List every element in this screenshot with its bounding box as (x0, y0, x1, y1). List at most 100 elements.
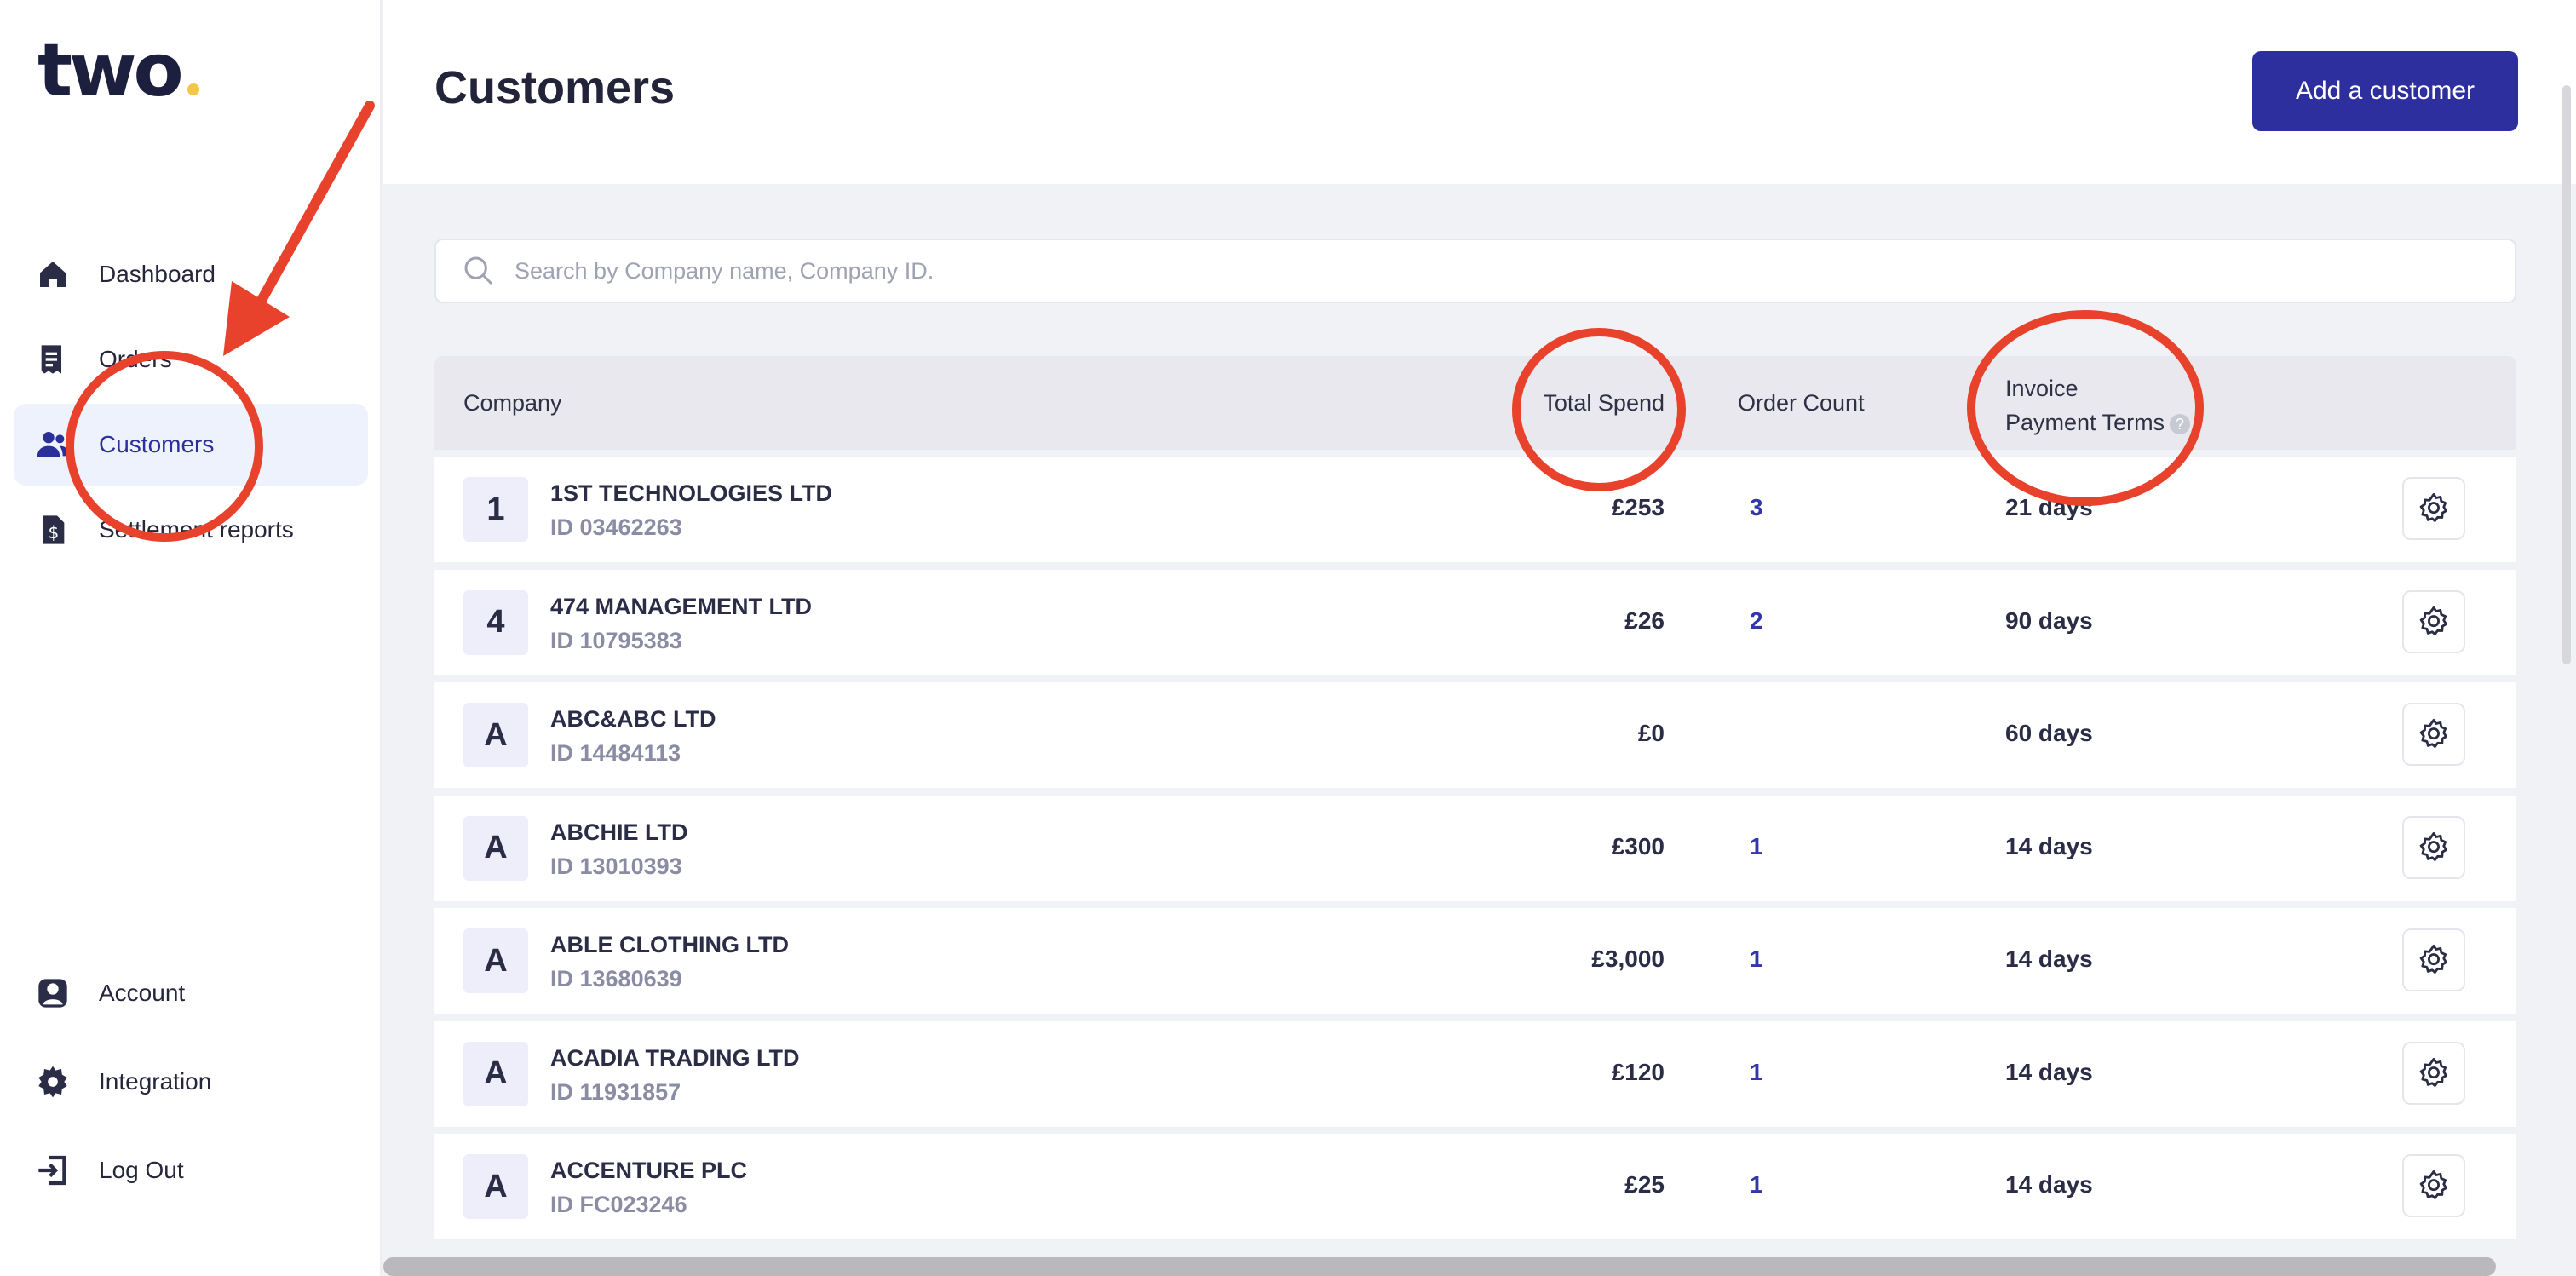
company-name[interactable]: ACCENTURE PLC (550, 1158, 747, 1184)
gear-icon (2416, 491, 2452, 526)
order-count-link[interactable]: 1 (1750, 833, 1763, 860)
column-header-order-count[interactable]: Order Count (1738, 390, 1865, 417)
sidebar-item-integration[interactable]: Integration (14, 1041, 368, 1123)
table-row[interactable]: 1 1ST TECHNOLOGIES LTD ID 03462263 £253 3 21 … (434, 457, 2516, 562)
payment-terms: 21 days (2005, 494, 2093, 520)
sidebar-item-settlement-reports[interactable]: $ Settlement reports (14, 489, 368, 571)
sidebar-item-label: Dashboard (99, 261, 216, 287)
company-id: ID 14484113 (550, 740, 681, 766)
company-id: ID 03462263 (550, 514, 682, 540)
customer-settings-button[interactable] (2402, 589, 2465, 653)
account-icon (34, 974, 72, 1012)
total-spend: £25 (1624, 1171, 1665, 1198)
company-avatar: A (463, 703, 528, 767)
total-spend: £0 (1637, 720, 1665, 746)
table-row[interactable]: A ABC&ABC LTD ID 14484113 £0 60 days (434, 682, 2516, 788)
total-spend: £253 (1611, 494, 1665, 520)
search-icon (464, 256, 493, 285)
sidebar-item-label: Integration (99, 1068, 212, 1095)
company-avatar: A (463, 928, 528, 993)
gear-icon (2416, 1055, 2452, 1091)
payment-terms: 14 days (2005, 946, 2093, 972)
company-name[interactable]: ABCHIE LTD (550, 819, 688, 846)
company-avatar: A (463, 1041, 528, 1106)
company-id: ID 13010393 (550, 853, 682, 879)
gear-icon (34, 1063, 72, 1101)
gear-icon (2416, 830, 2452, 865)
sidebar-item-orders[interactable]: Orders (14, 319, 368, 400)
sidebar-item-customers[interactable]: Customers (14, 404, 368, 486)
order-count-link[interactable]: 3 (1750, 494, 1763, 521)
logo-dot (187, 83, 199, 95)
page-title: Customers (434, 62, 676, 113)
logo-text: two (37, 28, 184, 113)
sidebar-item-label: Customers (99, 431, 215, 457)
help-icon[interactable]: ? (2170, 413, 2191, 434)
company-id: ID 13680639 (550, 966, 682, 991)
total-spend: £120 (1611, 1058, 1665, 1085)
customer-settings-button[interactable] (2402, 1154, 2465, 1217)
logo[interactable]: two (37, 34, 199, 107)
gear-icon (2416, 604, 2452, 640)
home-icon (34, 256, 72, 293)
column-header-terms-line1: Invoice (2005, 376, 2079, 401)
company-name[interactable]: ABC&ABC LTD (550, 706, 716, 733)
add-customer-button[interactable]: Add a customer (2252, 51, 2518, 131)
payment-terms: 14 days (2005, 832, 2093, 859)
order-count-link[interactable]: 1 (1750, 1059, 1763, 1086)
payment-terms: 14 days (2005, 1171, 2093, 1198)
sidebar-item-label: Orders (99, 346, 172, 372)
sidebar-item-label: Log Out (99, 1157, 184, 1183)
sidebar: two Dashboard Orders Customers $ Settlem… (0, 0, 382, 1276)
sidebar-item-account[interactable]: Account (14, 952, 368, 1034)
customer-settings-button[interactable] (2402, 477, 2465, 540)
column-header-company[interactable]: Company (463, 390, 562, 417)
company-avatar: 1 (463, 477, 528, 542)
sidebar-item-logout[interactable]: Log Out (14, 1129, 368, 1211)
order-count-link[interactable]: 1 (1750, 1171, 1763, 1198)
search-bar (434, 239, 2516, 303)
company-id: ID FC023246 (550, 1192, 687, 1217)
table-row[interactable]: A ACCENTURE PLC ID FC023246 £25 1 14 days (434, 1134, 2516, 1239)
payment-terms: 14 days (2005, 1058, 2093, 1085)
table-row[interactable]: 4 474 MANAGEMENT LTD ID 10795383 £26 2 90 day… (434, 569, 2516, 675)
sidebar-item-dashboard[interactable]: Dashboard (14, 233, 368, 315)
sidebar-item-label: Settlement reports (99, 516, 294, 543)
gear-icon (2416, 1168, 2452, 1204)
document-dollar-icon: $ (34, 511, 72, 549)
order-count-link[interactable]: 1 (1750, 946, 1763, 973)
order-count-link[interactable]: 2 (1750, 607, 1763, 635)
customer-settings-button[interactable] (2402, 1041, 2465, 1105)
total-spend: £26 (1624, 606, 1665, 634)
search-input[interactable] (515, 257, 2474, 285)
horizontal-scrollbar[interactable] (383, 1257, 2496, 1276)
company-avatar: 4 (463, 589, 528, 655)
payment-terms: 60 days (2005, 720, 2093, 746)
column-header-payment-terms[interactable]: Invoice Payment Terms? (2005, 371, 2191, 440)
company-name[interactable]: ACADIA TRADING LTD (550, 1045, 799, 1072)
table-row[interactable]: A ABLE CLOTHING LTD ID 13680639 £3,000 1 14 d… (434, 908, 2516, 1014)
total-spend: £300 (1611, 832, 1665, 859)
company-id: ID 10795383 (550, 627, 682, 653)
company-name[interactable]: 474 MANAGEMENT LTD (550, 594, 812, 620)
column-header-total-spend[interactable]: Total Spend (1543, 390, 1665, 417)
vertical-scrollbar[interactable] (2562, 85, 2571, 664)
receipt-icon (34, 341, 72, 378)
sidebar-item-label: Account (99, 980, 186, 1006)
table-row[interactable]: A ABCHIE LTD ID 13010393 £300 1 14 days (434, 795, 2516, 901)
total-spend: £3,000 (1591, 946, 1665, 972)
customer-settings-button[interactable] (2402, 928, 2465, 991)
table-header: Company Total Spend Order Count Invoice … (434, 356, 2516, 450)
customer-settings-button[interactable] (2402, 815, 2465, 879)
company-id: ID 11931857 (550, 1078, 681, 1105)
table-row[interactable]: A ACADIA TRADING LTD ID 11931857 £120 1 14 da… (434, 1020, 2516, 1127)
company-name[interactable]: ABLE CLOTHING LTD (550, 932, 789, 958)
column-header-terms-line2: Payment Terms (2005, 410, 2165, 435)
company-avatar: A (463, 1154, 528, 1219)
gear-icon (2416, 942, 2452, 978)
users-icon (34, 426, 72, 463)
company-name[interactable]: 1ST TECHNOLOGIES LTD (550, 480, 832, 507)
logout-icon (34, 1152, 72, 1189)
page-header: Customers Add a customer (383, 0, 2576, 184)
customer-settings-button[interactable] (2402, 703, 2465, 766)
